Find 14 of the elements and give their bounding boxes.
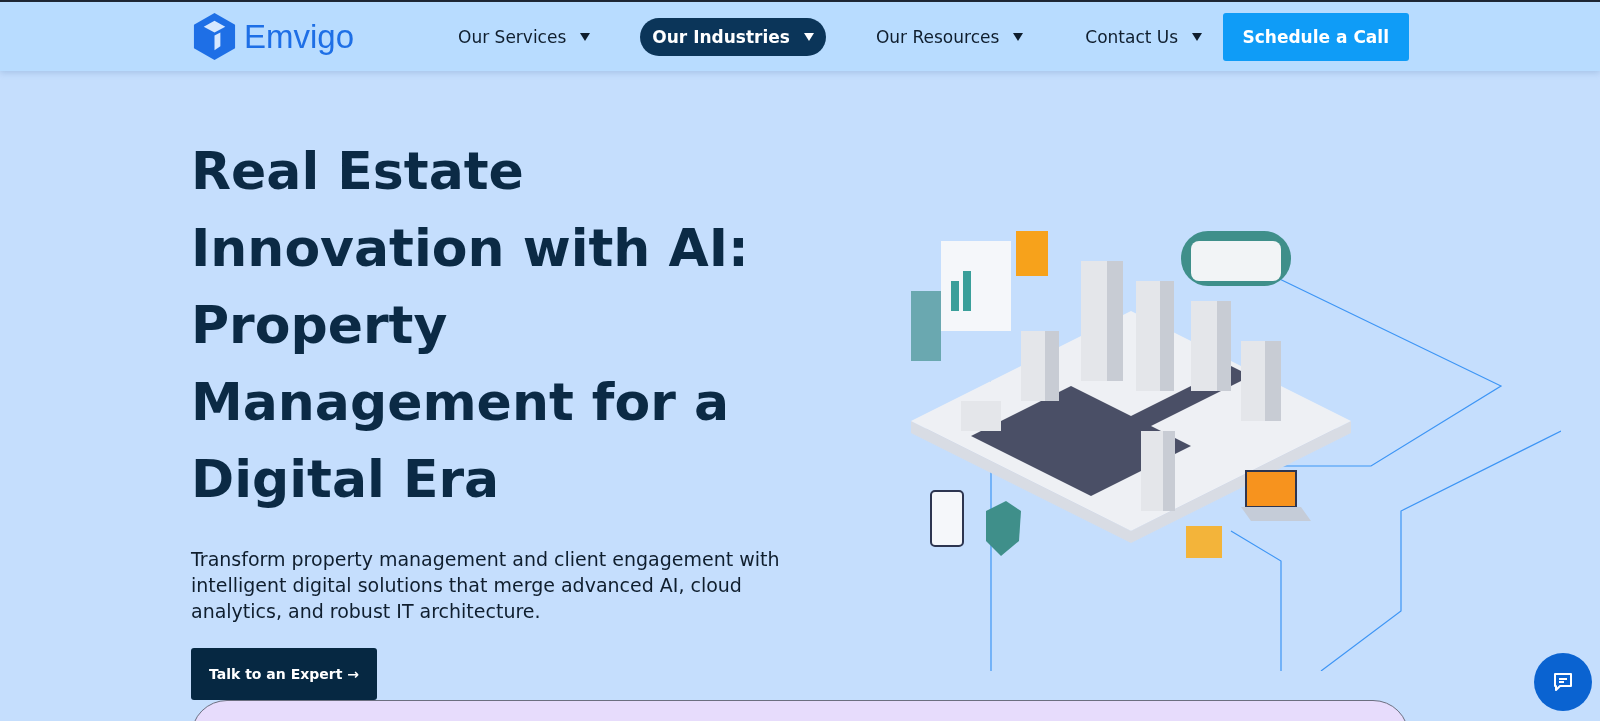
caret-icon (803, 32, 814, 41)
nav-menu-item[interactable]: Our Services (446, 17, 603, 56)
cube-logo-icon (191, 11, 238, 62)
chat-button[interactable] (1534, 653, 1592, 711)
nav-menu-item[interactable]: Contact Us (1073, 17, 1215, 56)
hero-description: Transform property management and client engagement with intelligent digital solutions that merge advanced AI, cloud analytics, and robust IT architecture. (191, 547, 781, 624)
talk-to-expert-button[interactable]: Talk to an Expert → (191, 648, 377, 700)
chat-icon (1551, 670, 1575, 694)
nav-menu-item[interactable]: Our Resources (863, 17, 1036, 56)
hero-heading: Real Estate Innovation with AI: Property Management for a Digital Era (191, 140, 750, 511)
caret-icon (1192, 32, 1203, 41)
caret-icon (1013, 32, 1024, 41)
caret-icon (580, 32, 591, 41)
nav-menu-item[interactable]: Our Industries (640, 17, 826, 56)
